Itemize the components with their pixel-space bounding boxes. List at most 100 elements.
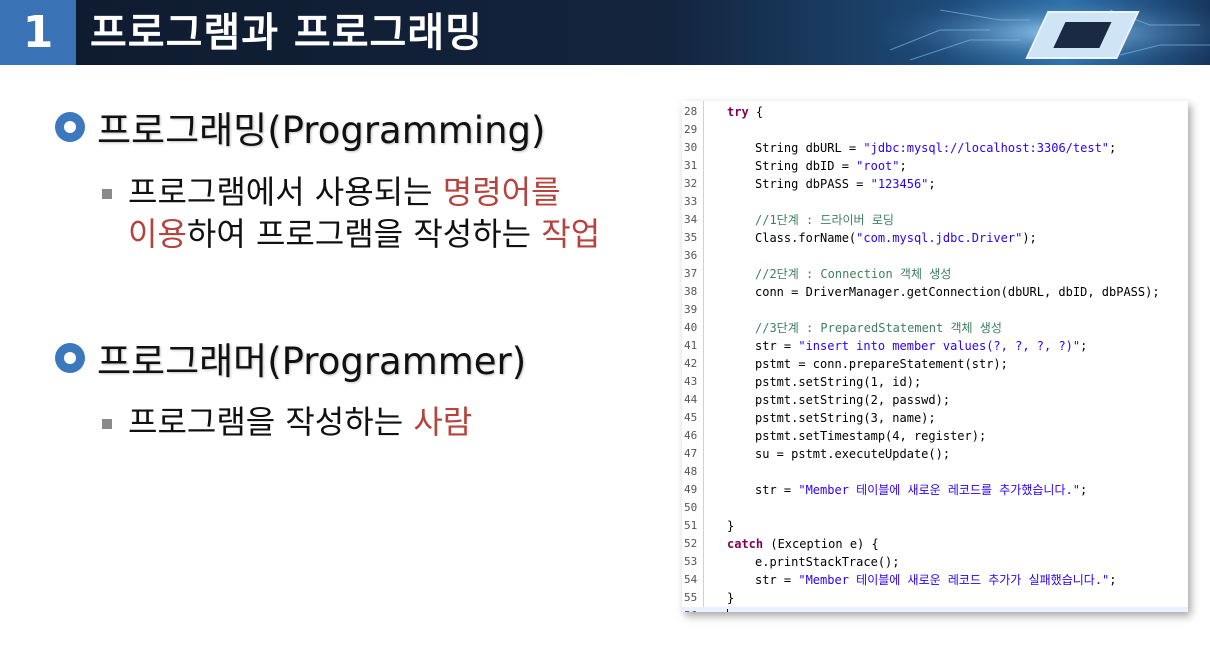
code-line: 54 str = "Member 테이블에 새로운 레코드 추가가 실패했습니다.… [682, 571, 1188, 589]
highlight-fragment: 사람 [413, 403, 473, 441]
code-line: 28 try { [682, 103, 1188, 121]
line-number: 44 [684, 393, 698, 406]
line-number: 28 [684, 105, 698, 118]
line-number: 40 [684, 321, 698, 334]
line-number: 41 [684, 339, 698, 352]
square-bullet-icon [102, 419, 112, 429]
code-text: pstmt.setTimestamp(4, register); [755, 429, 987, 443]
line-number: 50 [684, 501, 698, 514]
code-line: 48 [682, 463, 1188, 481]
text-cursor [727, 609, 728, 612]
line-number: 54 [684, 573, 698, 586]
code-text: pstmt.setString(1, id); [755, 375, 922, 389]
code-text [727, 607, 728, 612]
subpoint-programming: 프로그램에서 사용되는 명령어를 이용하여 프로그램을 작성하는 작업 [102, 170, 600, 256]
code-line: 31 String dbID = "root"; [682, 157, 1188, 175]
code-text: pstmt.setString(2, passwd); [755, 393, 951, 407]
code-line: 45 pstmt.setString(3, name); [682, 409, 1188, 427]
code-text: catch (Exception e) { [727, 537, 879, 551]
line-number: 35 [684, 231, 698, 244]
code-line: 39 [682, 301, 1188, 319]
heading-programming: 프로그래밍(Programming) [55, 100, 545, 154]
line-number: 42 [684, 357, 698, 370]
line-number: 33 [684, 195, 698, 208]
subpoint-programmer: 프로그램을 작성하는 사람 [102, 400, 472, 444]
code-text: conn = DriverManager.getConnection(dbURL… [755, 285, 1160, 299]
slide-title: 프로그램과 프로그래밍 [90, 10, 483, 56]
text-fragment: 프로그램을 작성하는 [128, 403, 414, 441]
line-number: 39 [684, 303, 698, 316]
code-text: str = "Member 테이블에 새로운 레코드를 추가했습니다."; [755, 483, 1088, 497]
code-line: 53 e.printStackTrace(); [682, 553, 1188, 571]
code-line: 46 pstmt.setTimestamp(4, register); [682, 427, 1188, 445]
circle-bullet-icon [55, 343, 85, 373]
square-bullet-icon [102, 189, 112, 199]
code-text: pstmt.setString(3, name); [755, 411, 936, 425]
line-number: 51 [684, 519, 698, 532]
code-text: pstmt = conn.prepareStatement(str); [755, 357, 1008, 371]
code-text: try { [727, 105, 764, 119]
line-number: 43 [684, 375, 698, 388]
line-number: 46 [684, 429, 698, 442]
code-line: 30 String dbURL = "jdbc:mysql://localhost… [682, 139, 1188, 157]
code-text: String dbPASS = "123456"; [755, 177, 936, 191]
code-line: 36 [682, 247, 1188, 265]
code-line: 38 conn = DriverManager.getConnection(dbU… [682, 283, 1188, 301]
code-text: //3단계 : PreparedStatement 객체 생성 [755, 321, 1002, 335]
line-number: 32 [684, 177, 698, 190]
line-number: 56 [684, 607, 703, 612]
code-line: 50 [682, 499, 1188, 517]
code-line: 32 String dbPASS = "123456"; [682, 175, 1188, 193]
line-number: 37 [684, 267, 698, 280]
code-text: } [727, 519, 735, 533]
code-text: Class.forName("com.mysql.jdbc.Driver"); [755, 231, 1037, 245]
line-number: 36 [684, 249, 698, 262]
code-text: str = "Member 테이블에 새로운 레코드 추가가 실패했습니다."; [755, 573, 1117, 587]
heading-programmer: 프로그래머(Programmer) [55, 331, 526, 385]
section-number: 1 [0, 0, 76, 65]
code-line: 47 su = pstmt.executeUpdate(); [682, 445, 1188, 463]
code-line: 37 //2단계 : Connection 객체 생성 [682, 265, 1188, 283]
heading-programmer-text: 프로그래머(Programmer) [97, 340, 527, 383]
code-screenshot: 28 try { 29 30 String dbURL = "jdbc:mysql://… [682, 101, 1188, 612]
highlight-fragment: 작업 [541, 215, 601, 253]
code-line: 51} [682, 517, 1188, 535]
code-text: su = pstmt.executeUpdate(); [755, 447, 951, 461]
circle-bullet-icon [55, 112, 85, 142]
highlight-fragment: 명령어를 [442, 173, 561, 211]
highlight-fragment: 이용 [128, 215, 187, 253]
code-line: 29 [682, 121, 1188, 139]
text-fragment: 프로그램에서 사용되는 [128, 173, 443, 211]
subpoint-line-1: 프로그램을 작성하는 사람 [128, 400, 472, 444]
code-line: 44 pstmt.setString(2, passwd); [682, 391, 1188, 409]
code-line: 43 pstmt.setString(1, id); [682, 373, 1188, 391]
line-number: 38 [684, 285, 698, 298]
code-text: String dbID = "root"; [755, 159, 907, 173]
line-number: 53 [684, 555, 698, 568]
slide-header: 1 프로그램과 프로그래밍 [0, 0, 1210, 65]
code-text: //2단계 : Connection 객체 생성 [755, 267, 952, 281]
code-line: 55} [682, 589, 1188, 607]
code-line: 41 str = "insert into member values(?, ?,… [682, 337, 1188, 355]
line-number: 48 [684, 465, 698, 478]
heading-programming-text: 프로그래밍(Programming) [97, 109, 546, 152]
code-text: } [727, 591, 735, 605]
line-number: 34 [684, 213, 698, 226]
line-number: 31 [684, 159, 698, 172]
code-line: 35 Class.forName("com.mysql.jdbc.Driver")… [682, 229, 1188, 247]
code-line: 33 [682, 193, 1188, 211]
code-text: str = "insert into member values(?, ?, ?… [755, 339, 1088, 353]
text-fragment: 하여 프로그램을 작성하는 [186, 215, 542, 253]
subpoint-line-2: 이용하여 프로그램을 작성하는 작업 [128, 212, 600, 256]
line-number: 29 [684, 123, 698, 136]
code-text: String dbURL = "jdbc:mysql://localhost:3… [755, 141, 1117, 155]
code-line: 49 str = "Member 테이블에 새로운 레코드를 추가했습니다."; [682, 481, 1188, 499]
code-line: 56 [682, 607, 1188, 612]
code-line: 52 catch (Exception e) { [682, 535, 1188, 553]
code-line: 34 //1단계 : 드라이버 로딩 [682, 211, 1188, 229]
code-text: //1단계 : 드라이버 로딩 [755, 213, 894, 227]
line-number: 47 [684, 447, 698, 460]
line-number: 52 [684, 537, 698, 550]
line-number: 30 [684, 141, 698, 154]
line-number: 55 [684, 591, 698, 604]
